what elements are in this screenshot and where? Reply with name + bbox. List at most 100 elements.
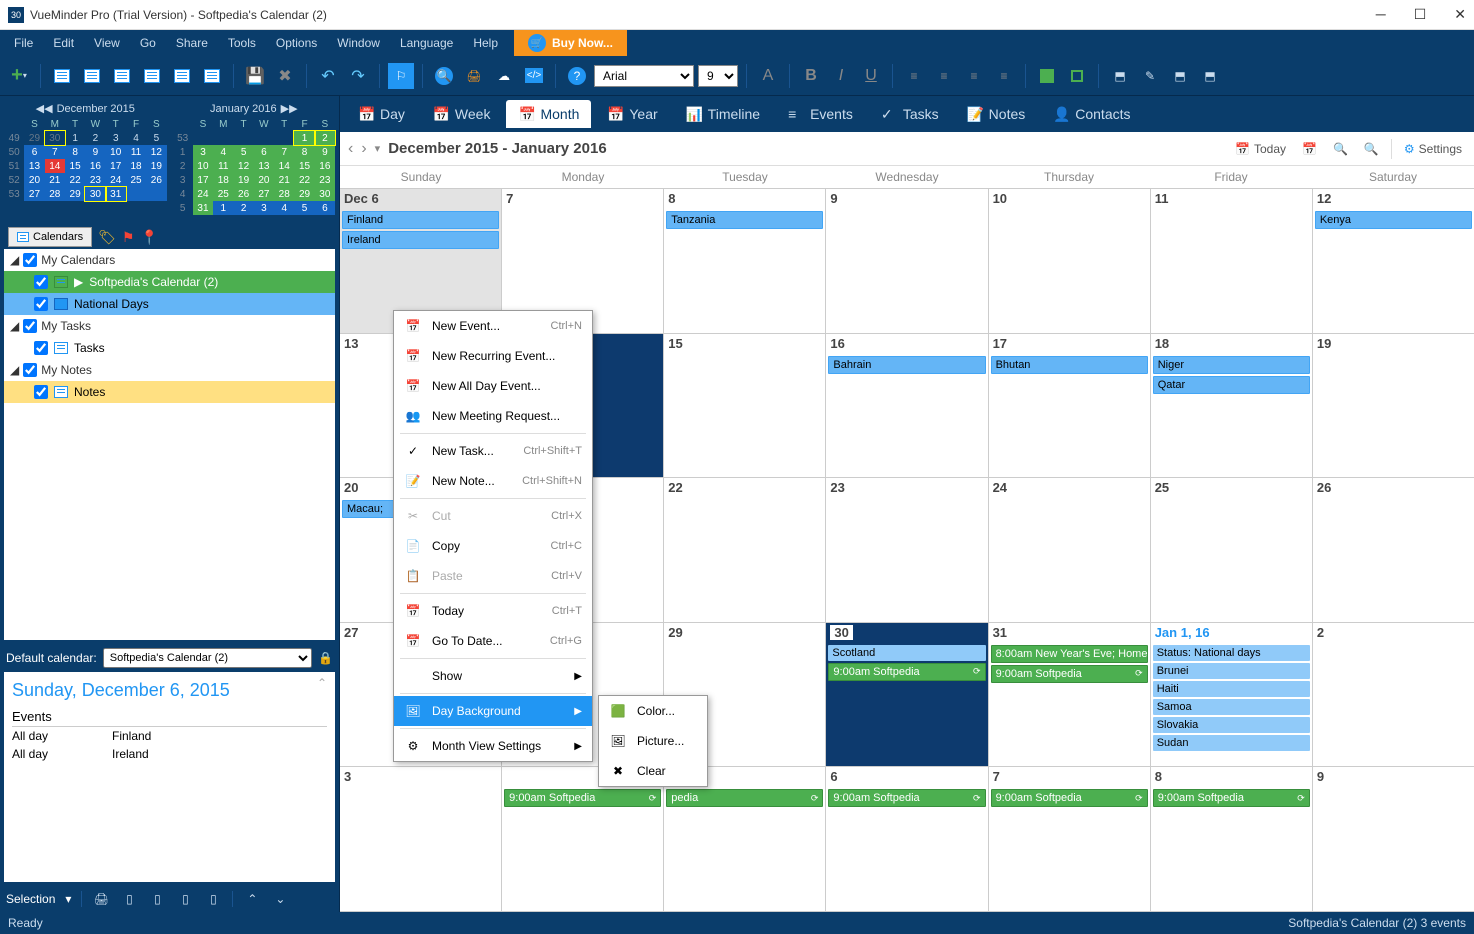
tab-month[interactable]: 📅Month [506,100,591,128]
tb-icon-5[interactable] [169,63,195,89]
event[interactable]: Samoa [1153,699,1310,715]
menu-language[interactable]: Language [390,32,463,54]
event[interactable]: Bhutan [991,356,1148,374]
ctx-item[interactable]: 📅Go To Date...Ctrl+G [394,626,592,656]
tree-item[interactable]: Tasks [4,337,335,359]
tab-contacts[interactable]: 👤Contacts [1041,100,1142,128]
event[interactable]: 9:00am Softpedia⟳ [1153,789,1310,807]
code-button[interactable]: </> [521,63,547,89]
event[interactable]: Niger [1153,356,1310,374]
tb-icon-4[interactable] [139,63,165,89]
next-month-button[interactable]: › [361,140,366,158]
ctx-item[interactable]: 📅TodayCtrl+T [394,596,592,626]
event[interactable]: 9:00am Softpedia⟳ [828,663,985,681]
tree-item[interactable]: National Days [4,293,335,315]
event[interactable]: Finland [342,211,499,229]
ctx-sub-item[interactable]: 🖼Picture... [599,726,707,756]
day-cell[interactable]: 3 [340,767,502,911]
fill-color-button[interactable] [1034,63,1060,89]
tree-item[interactable]: ▶ Softpedia's Calendar (2) [4,271,335,293]
ctx-item[interactable]: 📅New Recurring Event... [394,341,592,371]
event[interactable]: Scotland [828,645,985,661]
down-icon[interactable]: ⌄ [271,890,289,908]
day-cell[interactable]: 16Bahrain [826,334,988,478]
day-cell[interactable]: 10 [989,189,1151,333]
menu-file[interactable]: File [4,32,43,54]
menu-options[interactable]: Options [266,32,327,54]
zoom-in-button[interactable]: 🔍 [1360,138,1383,160]
context-submenu[interactable]: 🟩Color...🖼Picture...✖Clear [598,695,708,787]
day-cell[interactable]: 8Tanzania [664,189,826,333]
event[interactable]: 9:00am Softpedia⟳ [504,789,661,807]
tb-misc-3[interactable]: ⬒ [1197,63,1223,89]
ctx-item[interactable]: 👥New Meeting Request... [394,401,592,431]
tab-events[interactable]: ≡Events [776,100,865,128]
tb-misc-2[interactable]: ⬒ [1167,63,1193,89]
day-cell[interactable]: 24 [989,478,1151,622]
day-cell[interactable]: 30Scotland9:00am Softpedia⟳ [826,623,988,767]
zoom-out-button[interactable]: 🔍 [1329,138,1352,160]
tab-notes[interactable]: 📝Notes [955,100,1038,128]
day-cell[interactable]: 69:00am Softpedia⟳ [826,767,988,911]
ctx-sub-item[interactable]: 🟩Color... [599,696,707,726]
event[interactable]: Slovakia [1153,717,1310,733]
day-cell[interactable]: 79:00am Softpedia⟳ [989,767,1151,911]
event[interactable]: 8:00am New Year's Eve; Home⟳ [991,645,1148,663]
menu-help[interactable]: Help [463,32,508,54]
layout-icon-4[interactable]: ▯ [204,890,222,908]
delete-button[interactable]: ✖ [272,63,298,89]
maximize-button[interactable]: ☐ [1414,6,1427,23]
event[interactable]: Bahrain [828,356,985,374]
ctx-item[interactable]: 📋PasteCtrl+V [394,561,592,591]
mini-cal-next-icon[interactable]: ▶▶ [281,102,298,115]
ctx-item[interactable]: ✓New Task...Ctrl+Shift+T [394,436,592,466]
day-cell[interactable]: 318:00am New Year's Eve; Home⟳9:00am Sof… [989,623,1151,767]
day-cell[interactable]: 17Bhutan [989,334,1151,478]
menu-share[interactable]: Share [166,32,218,54]
tag-icon[interactable]: 🏷 [98,229,116,246]
menu-go[interactable]: Go [130,32,166,54]
ctx-item[interactable]: 🖼Day Background▶ [394,696,592,726]
align-justify-button[interactable]: ≡ [991,63,1017,89]
tb-icon-3[interactable] [109,63,135,89]
day-cell[interactable]: Jan 1, 16Status: National daysBruneiHait… [1151,623,1313,767]
underline-button[interactable]: U [858,63,884,89]
mini-calendar-dec[interactable]: ◀◀ December 2015 SMTWTFS4929301234550678… [4,100,167,215]
calendars-tab[interactable]: Calendars [8,227,92,247]
event[interactable]: Kenya [1315,211,1472,229]
ctx-sub-item[interactable]: ✖Clear [599,756,707,786]
redo-button[interactable]: ↷ [345,63,371,89]
minimize-button[interactable]: ─ [1376,6,1386,23]
tb-flag-button[interactable]: ⚐ [388,63,414,89]
menu-window[interactable]: Window [327,32,390,54]
font-color-button[interactable]: A [755,63,781,89]
settings-button[interactable]: ⚙Settings [1400,138,1466,160]
ctx-item[interactable]: ✂CutCtrl+X [394,501,592,531]
context-menu[interactable]: 📅New Event...Ctrl+N📅New Recurring Event.… [393,310,593,762]
align-right-button[interactable]: ≡ [961,63,987,89]
tab-tasks[interactable]: ✓Tasks [869,100,951,128]
location-icon[interactable]: 📍 [140,229,157,246]
tab-year[interactable]: 📅Year [595,100,669,128]
today-button[interactable]: 📅Today [1231,138,1290,160]
collapse-icon[interactable]: ⌃ [317,676,327,690]
tb-icon-2[interactable] [79,63,105,89]
event[interactable]: Tanzania [666,211,823,229]
flag-icon[interactable]: ⚑ [122,229,135,246]
eyedropper-button[interactable]: ✎ [1137,63,1163,89]
ctx-item[interactable]: 📄CopyCtrl+C [394,531,592,561]
event[interactable]: 9:00am Softpedia⟳ [991,789,1148,807]
menu-tools[interactable]: Tools [218,32,266,54]
tab-week[interactable]: 📅Week [421,100,503,128]
close-button[interactable]: ✕ [1454,6,1466,23]
filter-button[interactable]: 📅 [1298,138,1321,160]
day-cell[interactable]: pedia⟳ [664,767,826,911]
event[interactable]: Ireland [342,231,499,249]
tree-group[interactable]: ◢ My Calendars [4,249,335,271]
align-center-button[interactable]: ≡ [931,63,957,89]
ctx-item[interactable]: Show▶ [394,661,592,691]
day-cell[interactable]: 26 [1313,478,1474,622]
font-size-select[interactable]: 9 [698,65,738,87]
day-cell[interactable]: 19 [1313,334,1474,478]
align-left-button[interactable]: ≡ [901,63,927,89]
